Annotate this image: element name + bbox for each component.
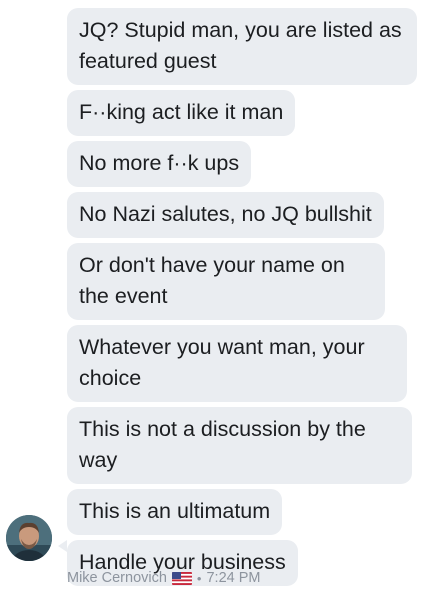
message-bubble[interactable]: F··king act like it man [67, 90, 296, 136]
meta-separator: • [196, 570, 202, 586]
message-bubble[interactable]: Or don't have your name on the event [67, 243, 385, 320]
sender-name[interactable]: Mike Cernovich [67, 570, 167, 586]
message-bubble[interactable]: No more f··k ups [67, 141, 252, 187]
message-time: 7:24 PM [206, 570, 261, 586]
sender-avatar[interactable] [6, 515, 52, 561]
message-bubble[interactable]: No Nazi salutes, no JQ bullshit [67, 192, 384, 238]
bubble-tail [58, 540, 67, 552]
us-flag-icon [171, 571, 192, 585]
message-meta: Mike Cernovich • 7:24 PM [67, 570, 260, 586]
message-thread: JQ? Stupid man, you are listed as featur… [67, 8, 419, 591]
message-bubble[interactable]: Whatever you want man, your choice [67, 325, 407, 402]
message-bubble[interactable]: This is an ultimatum [67, 489, 283, 535]
avatar-photo-icon [6, 515, 52, 561]
message-bubble[interactable]: JQ? Stupid man, you are listed as featur… [67, 8, 417, 85]
message-bubble[interactable]: This is not a discussion by the way [67, 407, 412, 484]
